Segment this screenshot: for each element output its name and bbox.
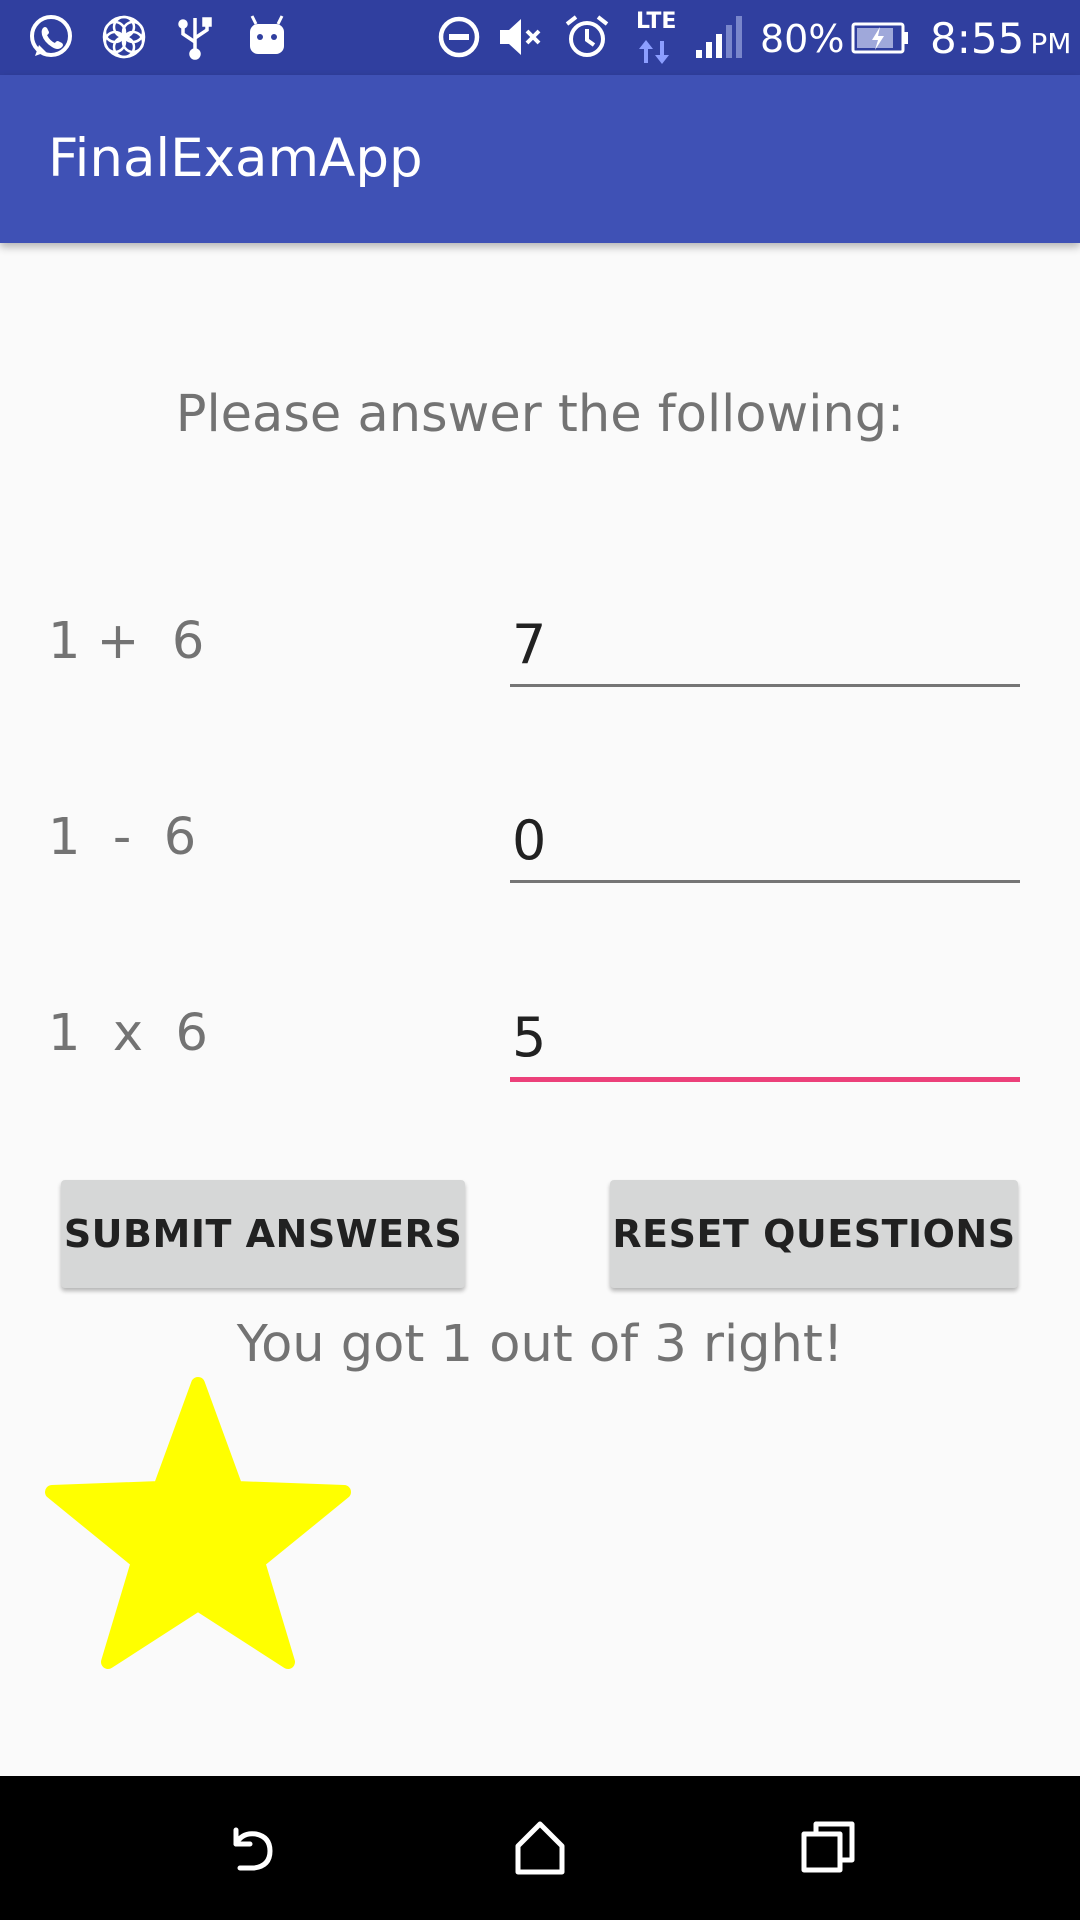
score-result-text: You got 1 out of 3 right! <box>236 1315 844 1374</box>
flower-of-life-icon <box>99 12 149 62</box>
clock: 8:55 PM <box>930 0 1071 75</box>
status-bar: LTE 80% 8:55 PM <box>0 0 1080 75</box>
instruction-text: Please answer the following: <box>175 385 905 444</box>
recents-icon[interactable] <box>798 1818 858 1878</box>
star-icon <box>44 1376 352 1670</box>
battery-charging-icon <box>850 12 910 62</box>
app-bar: FinalExamApp <box>0 75 1080 243</box>
android-debug-icon <box>242 12 292 62</box>
answer-field-1[interactable]: 7 <box>510 604 1020 687</box>
answer-value-2: 0 <box>512 809 547 872</box>
submit-answers-button[interactable]: SUBMIT ANSWERS <box>61 1180 465 1288</box>
data-arrows-icon <box>639 40 669 64</box>
battery-percent: 80% <box>760 17 845 61</box>
mute-icon <box>496 12 546 62</box>
app-screen: LTE 80% 8:55 PM FinalExamApp Please answe… <box>0 0 1080 1920</box>
usb-icon <box>170 12 220 62</box>
reset-questions-button[interactable]: RESET QUESTIONS <box>610 1180 1018 1288</box>
question-label-3: 1 x 6 <box>48 1004 208 1063</box>
answer-field-2[interactable]: 0 <box>510 800 1020 883</box>
app-title: FinalExamApp <box>48 128 423 189</box>
lte-indicator: LTE <box>636 10 676 66</box>
navigation-bar <box>0 1776 1080 1920</box>
clock-ampm: PM <box>1030 27 1072 60</box>
signal-icon <box>694 12 744 62</box>
back-icon[interactable] <box>222 1818 282 1878</box>
question-label-2: 1 - 6 <box>48 808 197 867</box>
answer-field-3[interactable]: 5 <box>510 997 1020 1082</box>
lte-label: LTE <box>636 9 677 34</box>
clock-time: 8:55 <box>930 14 1025 63</box>
answer-value-3: 5 <box>512 1006 547 1069</box>
whatsapp-icon <box>26 12 76 62</box>
alarm-icon <box>562 12 612 62</box>
answer-value-1: 7 <box>512 613 547 676</box>
home-icon[interactable] <box>510 1818 570 1878</box>
do-not-disturb-icon <box>434 12 484 62</box>
question-label-1: 1 + 6 <box>48 612 205 671</box>
